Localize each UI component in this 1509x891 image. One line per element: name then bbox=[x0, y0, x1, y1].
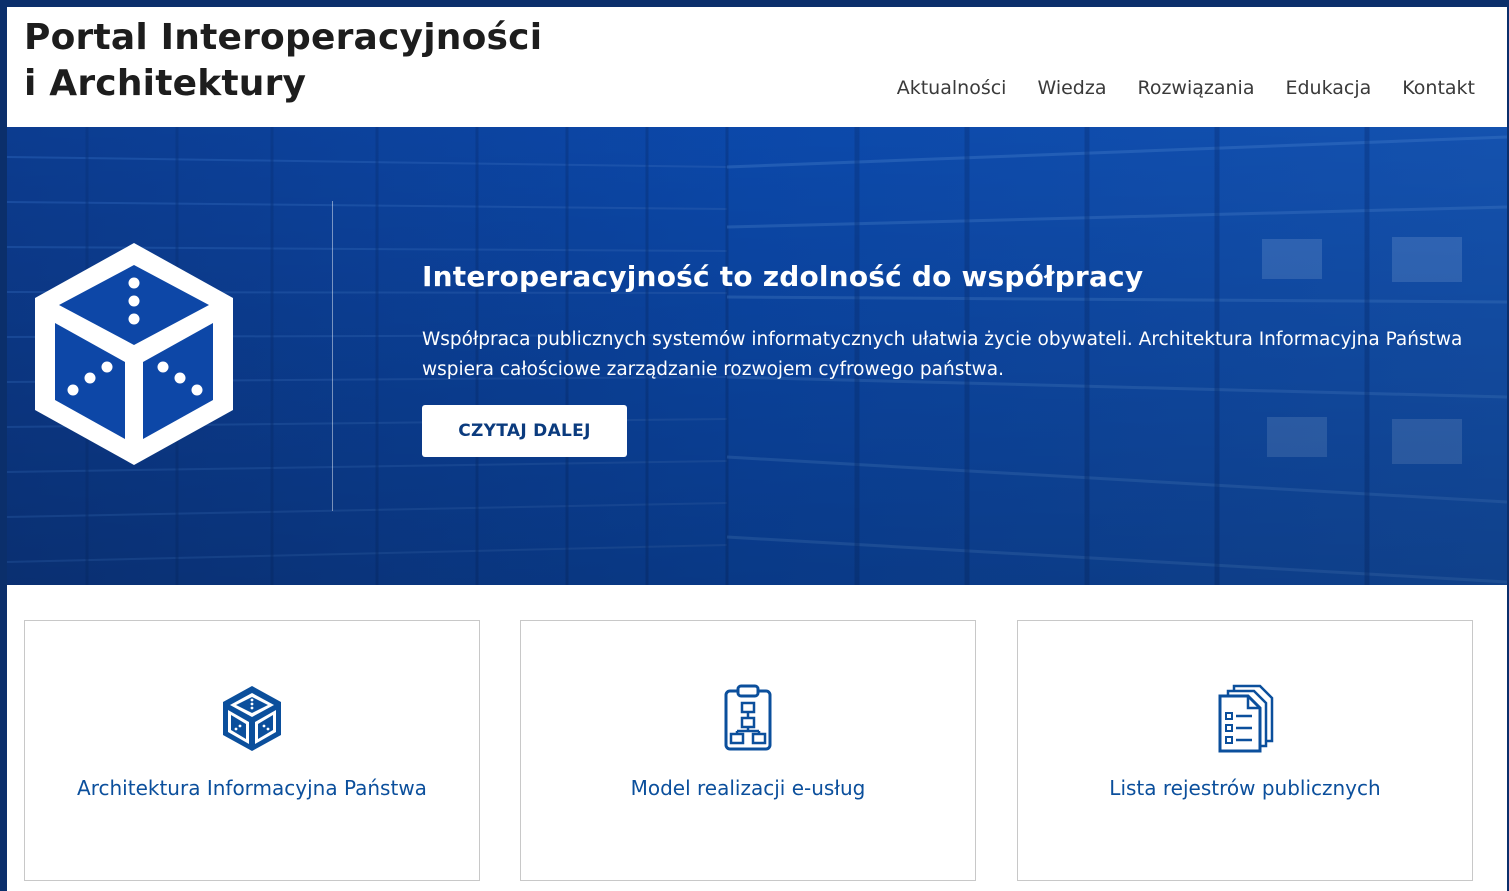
nav-item-aktualnosci[interactable]: Aktualności bbox=[897, 77, 1007, 99]
card-model-e-uslug[interactable]: Model realizacji e-usług bbox=[520, 620, 976, 881]
nav-item-rozwiazania[interactable]: Rozwiązania bbox=[1137, 77, 1254, 99]
site-title-line2: i Architektury bbox=[24, 63, 307, 104]
cube-icon bbox=[223, 686, 281, 751]
site-title[interactable]: Portal Interoperacyjności i Architektury bbox=[24, 15, 542, 107]
feature-cards: Architektura Informacyjna Państwa Model … bbox=[24, 620, 1474, 881]
nav-item-edukacja[interactable]: Edukacja bbox=[1285, 77, 1371, 99]
card-architektura[interactable]: Architektura Informacyjna Państwa bbox=[24, 620, 480, 881]
main-nav: Aktualności Wiedza Rozwiązania Edukacja … bbox=[897, 77, 1475, 99]
site-title-line1: Portal Interoperacyjności bbox=[24, 17, 543, 58]
clipboard-flowchart-icon bbox=[724, 684, 772, 751]
page-frame: Portal Interoperacyjności i Architektury… bbox=[7, 7, 1507, 891]
cube-icon bbox=[35, 243, 233, 465]
nav-item-wiedza[interactable]: Wiedza bbox=[1037, 77, 1106, 99]
card-lista-rejestrow[interactable]: Lista rejestrów publicznych bbox=[1017, 620, 1473, 881]
hero-divider bbox=[332, 201, 333, 511]
nav-item-kontakt[interactable]: Kontakt bbox=[1402, 77, 1475, 99]
site-header: Portal Interoperacyjności i Architektury… bbox=[7, 7, 1507, 127]
hero-content: Interoperacyjność to zdolność do współpr… bbox=[422, 257, 1482, 385]
documents-list-icon bbox=[1218, 684, 1274, 753]
read-more-button[interactable]: CZYTAJ DALEJ bbox=[422, 405, 627, 457]
card-label: Architektura Informacyjna Państwa bbox=[77, 776, 427, 800]
card-label: Model realizacji e-usług bbox=[630, 776, 866, 800]
hero-heading: Interoperacyjność to zdolność do współpr… bbox=[422, 260, 1144, 293]
card-label: Lista rejestrów publicznych bbox=[1109, 776, 1381, 800]
hero-text: Współpraca publicznych systemów informat… bbox=[422, 329, 1463, 380]
hero-banner: Interoperacyjność to zdolność do współpr… bbox=[7, 127, 1507, 585]
